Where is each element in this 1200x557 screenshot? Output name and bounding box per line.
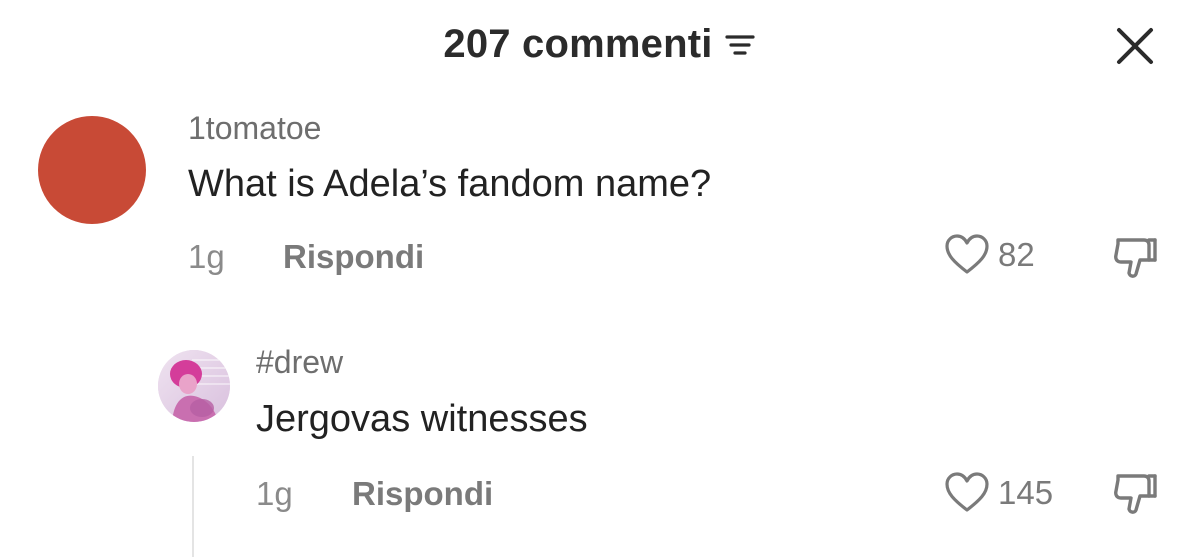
comment-username[interactable]: #drew [256,344,343,381]
comment-time: 1g [256,475,293,512]
reply-comment-item: #drew Jergovas witnesses 1g Rispondi 145 [0,0,1200,557]
heart-icon [945,472,989,512]
like-count: 145 [998,474,1054,511]
comment-text: Jergovas witnesses [256,398,588,440]
reply-button[interactable]: Rispondi [352,475,493,513]
like-button[interactable]: 145 [944,472,1053,514]
thread-line [192,456,194,557]
thumbs-down-icon[interactable] [1110,468,1160,518]
avatar[interactable] [158,350,230,422]
avatar-image [158,350,230,422]
